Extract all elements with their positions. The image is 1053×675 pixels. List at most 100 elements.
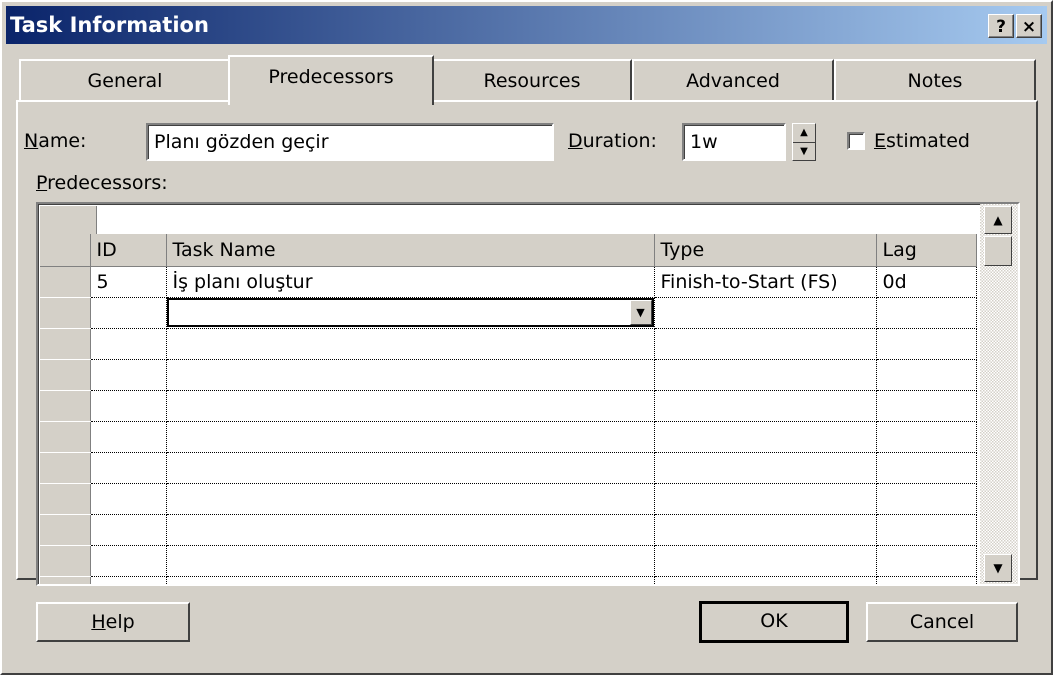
cell-type[interactable] <box>654 297 877 329</box>
cell-lag[interactable] <box>876 421 977 453</box>
table-row <box>40 576 977 584</box>
task-name-dropdown[interactable]: ▼ <box>166 298 653 327</box>
row-header-corner <box>40 234 91 267</box>
task-information-dialog: Task Information ? × General Predecessor… <box>0 0 1053 675</box>
row-header[interactable] <box>40 576 91 584</box>
row-header[interactable] <box>40 421 91 453</box>
row-header[interactable] <box>40 359 91 391</box>
table-row <box>40 390 977 422</box>
row-header[interactable] <box>40 514 91 546</box>
cell-type[interactable] <box>654 328 877 360</box>
ok-button[interactable]: OK <box>699 601 849 643</box>
table-row <box>40 545 977 577</box>
cell-task-name[interactable] <box>166 452 655 484</box>
row-header[interactable] <box>40 390 91 422</box>
table-row <box>40 328 977 360</box>
grid-corner <box>40 206 97 234</box>
scroll-down-icon[interactable]: ▼ <box>984 554 1012 582</box>
duration-spinner[interactable]: ▲ ▼ <box>792 123 816 161</box>
name-label: Name: <box>24 130 87 152</box>
cell-type[interactable] <box>654 390 877 422</box>
spin-up-icon[interactable]: ▲ <box>793 124 815 143</box>
scroll-up-icon[interactable]: ▲ <box>984 206 1012 234</box>
cell-id[interactable] <box>90 545 167 577</box>
cell-id[interactable] <box>90 452 167 484</box>
tab-notes[interactable]: Notes <box>834 59 1036 101</box>
scroll-thumb[interactable] <box>984 236 1012 266</box>
table-row <box>40 359 977 391</box>
row-header[interactable] <box>40 297 91 329</box>
row-header[interactable] <box>40 452 91 484</box>
row-header[interactable] <box>40 328 91 360</box>
vertical-scrollbar[interactable]: ▲ ▼ <box>980 204 1018 584</box>
column-header-id[interactable]: ID <box>90 234 167 267</box>
dropdown-arrow-icon[interactable]: ▼ <box>629 300 652 325</box>
cell-lag[interactable]: 0d <box>876 266 977 298</box>
cell-id[interactable] <box>90 421 167 453</box>
column-header-type[interactable]: Type <box>654 234 877 267</box>
help-title-button[interactable]: ? <box>988 14 1014 38</box>
window-title: Task Information <box>10 13 209 37</box>
cell-id[interactable] <box>90 576 167 584</box>
cell-id[interactable] <box>90 297 167 329</box>
row-header[interactable] <box>40 266 91 298</box>
cell-task-name[interactable] <box>166 514 655 546</box>
help-button[interactable]: Help <box>36 602 190 642</box>
tab-resources[interactable]: Resources <box>432 59 632 101</box>
cell-task-name[interactable] <box>166 576 655 584</box>
cell-task-name[interactable]: İş planı oluştur <box>166 266 655 298</box>
cell-lag[interactable] <box>876 297 977 329</box>
duration-label: Duration: <box>568 130 657 152</box>
cell-id[interactable] <box>90 514 167 546</box>
cell-lag[interactable] <box>876 483 977 515</box>
cancel-button[interactable]: Cancel <box>866 602 1018 642</box>
cell-id[interactable] <box>90 328 167 360</box>
cell-type[interactable] <box>654 545 877 577</box>
predecessors-grid[interactable]: ID Task Name Type Lag 5 İş planı oluştur… <box>36 202 1020 586</box>
cell-task-name[interactable] <box>166 328 655 360</box>
cell-id[interactable] <box>90 359 167 391</box>
row-header[interactable] <box>40 483 91 515</box>
column-header-lag[interactable]: Lag <box>876 234 977 267</box>
table-row <box>40 452 977 484</box>
cell-type[interactable] <box>654 514 877 546</box>
cell-id[interactable] <box>90 390 167 422</box>
cell-id[interactable]: 5 <box>90 266 167 298</box>
estimated-checkbox[interactable] <box>847 132 865 150</box>
cell-type[interactable] <box>654 421 877 453</box>
cell-lag[interactable] <box>876 328 977 360</box>
cell-task-name[interactable] <box>166 545 655 577</box>
cell-lag[interactable] <box>876 545 977 577</box>
table-row <box>40 483 977 515</box>
spin-down-icon[interactable]: ▼ <box>793 143 815 161</box>
cell-id[interactable] <box>90 483 167 515</box>
cell-task-name[interactable] <box>166 390 655 422</box>
cell-task-name-editing[interactable]: ▼ <box>166 297 655 329</box>
table-row <box>40 421 977 453</box>
cell-lag[interactable] <box>876 452 977 484</box>
cell-task-name[interactable] <box>166 359 655 391</box>
close-icon[interactable]: × <box>1016 14 1042 38</box>
name-field[interactable]: Planı gözden geçir <box>146 123 554 161</box>
tab-advanced[interactable]: Advanced <box>632 59 834 101</box>
table-row: ▼ <box>40 297 977 329</box>
row-header[interactable] <box>40 545 91 577</box>
cell-lag[interactable] <box>876 390 977 422</box>
cell-type[interactable] <box>654 576 877 584</box>
column-header-task-name[interactable]: Task Name <box>166 234 655 267</box>
cell-lag[interactable] <box>876 359 977 391</box>
cell-type[interactable]: Finish-to-Start (FS) <box>654 266 877 298</box>
title-bar: Task Information ? × <box>6 6 1047 44</box>
cell-task-name[interactable] <box>166 483 655 515</box>
duration-field[interactable]: 1w <box>682 123 786 161</box>
cell-type[interactable] <box>654 483 877 515</box>
cell-lag[interactable] <box>876 576 977 584</box>
cell-type[interactable] <box>654 452 877 484</box>
cell-lag[interactable] <box>876 514 977 546</box>
tab-predecessors[interactable]: Predecessors <box>228 55 434 105</box>
table-row: 5 İş planı oluştur Finish-to-Start (FS) … <box>40 266 977 298</box>
tab-general[interactable]: General <box>19 59 231 101</box>
cell-task-name[interactable] <box>166 421 655 453</box>
estimated-label: Estimated <box>874 130 970 152</box>
cell-type[interactable] <box>654 359 877 391</box>
